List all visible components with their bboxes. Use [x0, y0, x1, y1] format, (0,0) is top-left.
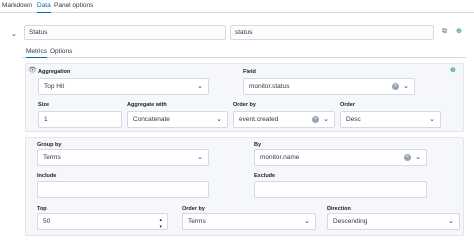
aggregate-with-select[interactable]: Concatenate ⌄: [127, 111, 228, 128]
aggregation-select[interactable]: Top Hit ⌄: [38, 78, 209, 95]
chevron-down-icon: ⌄: [415, 154, 421, 161]
size-label: Size: [38, 102, 50, 108]
field-label: Field: [243, 69, 256, 75]
tab-panel-options[interactable]: Panel options: [54, 2, 93, 13]
order-value: Desc: [346, 116, 361, 123]
direction-select[interactable]: Descending ⌄: [327, 213, 460, 230]
chevron-down-icon: ⌄: [216, 116, 222, 123]
copy-icon[interactable]: ⧉: [442, 28, 447, 36]
by-label: By: [254, 142, 262, 148]
series-label-input[interactable]: Status: [24, 25, 226, 40]
aggregate-with-value: Concatenate: [133, 116, 170, 123]
chevron-down-icon: ⌄: [448, 218, 454, 225]
clear-icon[interactable]: ×: [312, 116, 319, 123]
top-input[interactable]: 50 ▴ ▾: [37, 213, 168, 230]
chevron-down-icon: ⌄: [197, 154, 203, 161]
group-by-value: Terms: [43, 154, 61, 161]
aggregation-value: Top Hit: [44, 83, 65, 90]
group-by-select[interactable]: Terms ⌄: [37, 149, 209, 166]
exclude-input[interactable]: [254, 181, 427, 198]
top-label: Top: [37, 206, 47, 212]
field-select[interactable]: monitor.status × ⌄: [243, 78, 415, 95]
chevron-down-icon: ⌄: [323, 116, 329, 123]
chevron-down-icon: ⌄: [429, 116, 435, 123]
group-order-by-select[interactable]: Terms ⌄: [182, 213, 316, 230]
exclude-label: Exclude: [254, 173, 276, 179]
series-subtabs: Metrics Options: [22, 45, 466, 58]
number-stepper-icon[interactable]: ▴ ▾: [159, 217, 162, 231]
tab-metrics[interactable]: Metrics: [26, 48, 47, 58]
tab-data[interactable]: Data: [37, 2, 51, 13]
direction-value: Descending: [333, 218, 368, 225]
order-by-value: event.created: [239, 116, 279, 123]
group-order-by-value: Terms: [188, 218, 206, 225]
tab-options[interactable]: Options: [50, 48, 72, 58]
group-order-by-label: Order by: [182, 206, 205, 212]
eye-icon[interactable]: 👁: [28, 66, 37, 74]
field-value: monitor.status: [249, 83, 290, 90]
by-value: monitor.name: [260, 154, 300, 161]
clear-icon[interactable]: ×: [404, 154, 411, 161]
chevron-down-icon: ⌄: [403, 83, 409, 90]
order-by-label: Order by: [233, 102, 256, 108]
order-by-select[interactable]: event.created × ⌄: [233, 111, 335, 128]
chevron-down-icon[interactable]: ⌄: [11, 30, 17, 38]
top-value: 50: [43, 218, 51, 225]
plus-circle-icon[interactable]: ⊕: [456, 27, 462, 35]
order-select[interactable]: Desc ⌄: [340, 111, 441, 128]
clear-icon[interactable]: ×: [392, 83, 399, 90]
order-label: Order: [340, 102, 355, 108]
chevron-down-icon: ⌄: [197, 83, 203, 90]
include-input[interactable]: [37, 181, 209, 198]
tab-markdown[interactable]: Markdown: [2, 2, 32, 13]
plus-circle-icon[interactable]: ⊕: [450, 66, 456, 74]
group-by-label: Group by: [37, 142, 62, 148]
aggregation-label: Aggregation: [38, 69, 71, 75]
series-var-name-input[interactable]: status: [230, 25, 434, 40]
include-label: Include: [37, 173, 57, 179]
aggregate-with-label: Aggregate with: [127, 102, 167, 108]
chevron-down-icon: ⌄: [304, 218, 310, 225]
by-select[interactable]: monitor.name × ⌄: [254, 149, 427, 166]
size-input[interactable]: 1: [38, 111, 122, 128]
editor-tabs: Markdown Data Panel options: [0, 0, 474, 13]
direction-label: Direction: [327, 206, 351, 212]
